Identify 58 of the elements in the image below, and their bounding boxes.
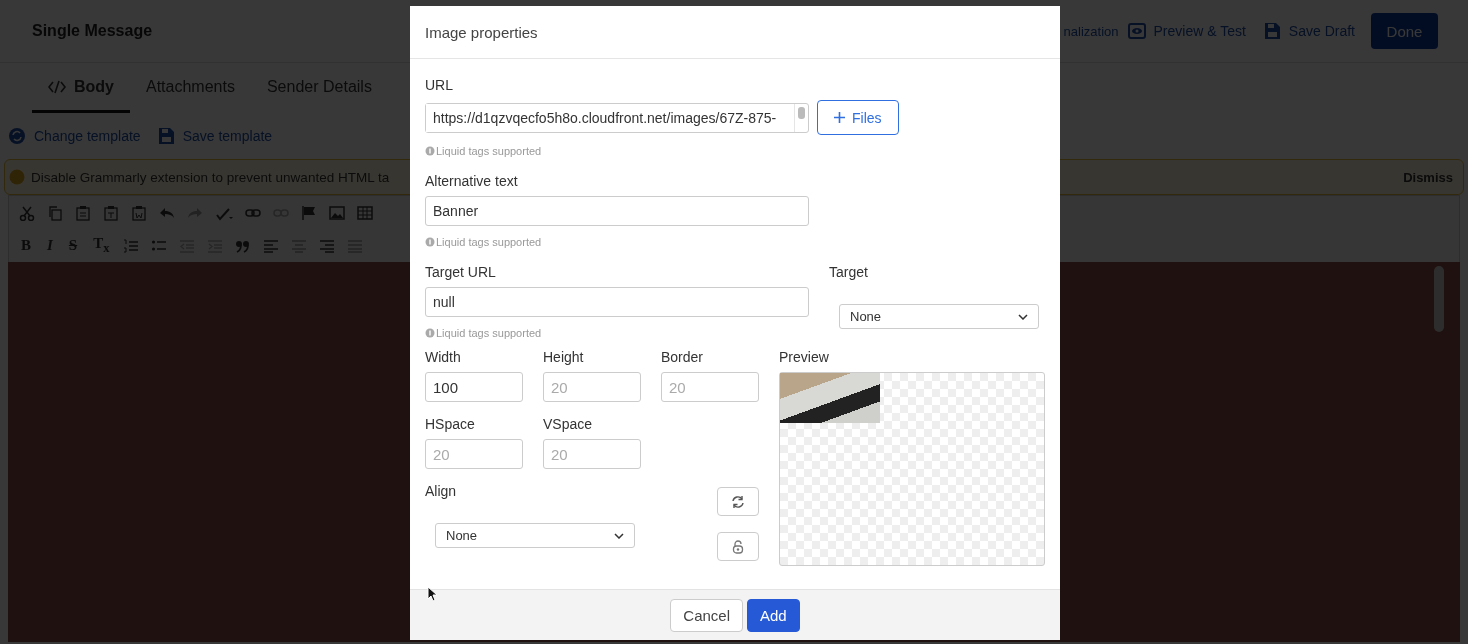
hint-text: Liquid tags supported: [436, 236, 542, 248]
url-field[interactable]: https://d1qzvqecfo5h8o.cloudfront.net/images/67Z-875-: [425, 102, 809, 133]
align-dropdown[interactable]: None: [435, 523, 635, 548]
info-icon: [425, 237, 435, 247]
code-icon: [48, 78, 66, 95]
dialog-title: Image properties: [410, 6, 1060, 59]
field-label: Alternative text: [425, 173, 519, 190]
align-left-icon[interactable]: [263, 237, 280, 254]
clipboard-icon[interactable]: [75, 204, 91, 221]
scrollbar-thumb[interactable]: [798, 106, 805, 119]
cancel-button[interactable]: Cancel: [670, 598, 743, 632]
chevron-down-icon: [614, 532, 624, 539]
text-field[interactable]: 20: [543, 372, 641, 402]
text-field[interactable]: Banner: [425, 196, 809, 226]
files-button[interactable]: Files: [817, 100, 899, 135]
dropdown-value: None: [850, 309, 882, 324]
field-label: Border: [661, 349, 705, 366]
refresh-icon: [731, 494, 745, 509]
eye-icon: [1127, 22, 1146, 40]
field-label: Align: [425, 483, 458, 500]
hint-text: Liquid tags supported: [436, 145, 542, 157]
numbered-list-icon[interactable]: [123, 237, 140, 254]
info-icon: [425, 328, 435, 338]
copy-icon[interactable]: [47, 204, 63, 221]
plus-icon: [834, 112, 845, 123]
info-icon: [425, 146, 435, 156]
chevron-down-icon: [1018, 313, 1028, 320]
padlock-icon: [732, 539, 744, 554]
field-label: HSpace: [425, 416, 476, 433]
clipboard-icon[interactable]: [103, 204, 119, 221]
dropdown-value: None: [446, 528, 478, 543]
warning-icon: [9, 169, 25, 185]
scissors-icon[interactable]: [19, 204, 35, 221]
text-field[interactable]: 100: [425, 372, 523, 402]
field-label: VSpace: [543, 416, 594, 433]
text-field[interactable]: null: [425, 287, 809, 317]
image-icon[interactable]: [329, 204, 345, 221]
field-label: Preview: [779, 349, 830, 366]
align-right-icon[interactable]: [319, 237, 336, 254]
bullet-list-icon[interactable]: [151, 237, 168, 254]
lock-ratio-button[interactable]: [717, 532, 759, 561]
flag-icon[interactable]: [301, 204, 317, 221]
target-dropdown[interactable]: None: [839, 304, 1039, 329]
field-label: URL: [425, 77, 454, 94]
hint-text: Liquid tags supported: [436, 327, 542, 339]
scrollbar-thumb[interactable]: [1434, 266, 1444, 332]
clipboard-icon[interactable]: [131, 204, 147, 221]
add-button[interactable]: Add: [747, 598, 800, 632]
field-label: Target URL: [425, 264, 497, 281]
table-icon[interactable]: [357, 204, 373, 221]
field-label: Width: [425, 349, 462, 366]
text-field[interactable]: 20: [661, 372, 759, 402]
sync-icon: [8, 127, 26, 145]
reset-size-button[interactable]: [717, 487, 759, 516]
field-label: Height: [543, 349, 585, 366]
text-field[interactable]: 20: [425, 439, 523, 469]
text-field[interactable]: 20: [543, 439, 641, 469]
field-label: Target: [829, 264, 869, 281]
